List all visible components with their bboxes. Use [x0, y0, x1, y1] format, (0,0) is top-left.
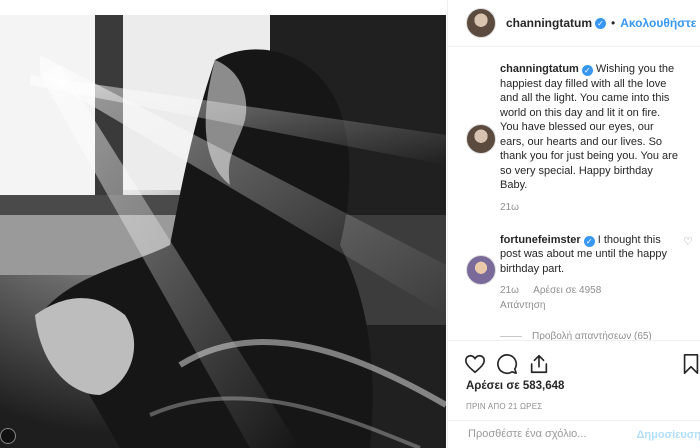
- separator-dot: •: [611, 16, 616, 30]
- caption-comment: channingtatum ✓ Wishing you the happiest …: [448, 62, 700, 213]
- commenter-avatar[interactable]: [466, 254, 496, 285]
- bookmark-icon[interactable]: [680, 353, 700, 375]
- caption-avatar[interactable]: [466, 124, 496, 154]
- comment-text-block: fortunefeimster ✓ I thought this post was…: [500, 233, 679, 277]
- post-sidebar: channingtatum ✓ • Ακολουθήστε channingta…: [447, 0, 700, 448]
- share-icon[interactable]: [528, 353, 550, 375]
- post-header: channingtatum ✓ • Ακολουθήστε: [448, 0, 700, 47]
- follow-button[interactable]: Ακολουθήστε: [620, 16, 696, 30]
- verified-badge-icon: ✓: [595, 17, 606, 29]
- comment-time[interactable]: 21ω: [500, 285, 519, 296]
- caption-time[interactable]: 21ω: [500, 202, 519, 213]
- author-username[interactable]: channingtatum: [506, 16, 592, 30]
- add-comment-bar: Δημοσίευση: [448, 420, 700, 448]
- bw-portrait-image: [0, 15, 446, 448]
- post-comment-button[interactable]: Δημοσίευση: [636, 429, 700, 441]
- caption-text: Wishing you the happiest day filled with…: [500, 63, 678, 191]
- commenter-username[interactable]: fortunefeimster: [500, 234, 581, 246]
- replies-line-divider: [500, 335, 522, 337]
- comment-item: fortunefeimster ✓ I thought this post was…: [448, 233, 700, 342]
- caption-username[interactable]: channingtatum: [500, 63, 579, 75]
- caption-text-block: channingtatum ✓ Wishing you the happiest …: [500, 62, 679, 193]
- author-avatar[interactable]: [466, 8, 496, 38]
- likes-count[interactable]: Αρέσει σε 583,648: [466, 380, 564, 392]
- verified-badge-icon: ✓: [583, 235, 595, 247]
- comment-input[interactable]: [466, 427, 630, 441]
- comments-section: channingtatum ✓ Wishing you the happiest …: [448, 62, 700, 342]
- comment-like-heart-icon[interactable]: ♡: [683, 235, 693, 248]
- reply-button[interactable]: Απάντηση: [500, 300, 545, 311]
- action-bar: [448, 340, 700, 383]
- verified-badge-icon: ✓: [581, 65, 593, 76]
- post-photo[interactable]: [0, 15, 446, 448]
- instagram-post: channingtatum ✓ • Ακολουθήστε channingta…: [0, 0, 700, 448]
- comment-likes[interactable]: Αρέσει σε 4958: [533, 285, 601, 296]
- comment-meta: 21ω Αρέσει σε 4958 Απάντηση: [500, 285, 679, 311]
- post-timestamp[interactable]: ΠΡΙΝ ΑΠΟ 21 ΩΡΕΣ: [466, 402, 542, 411]
- photo-corner-badge: [0, 428, 16, 444]
- speech-bubble-icon[interactable]: [496, 353, 518, 375]
- caption-meta: 21ω: [500, 202, 679, 213]
- heart-outline-icon[interactable]: [464, 353, 486, 375]
